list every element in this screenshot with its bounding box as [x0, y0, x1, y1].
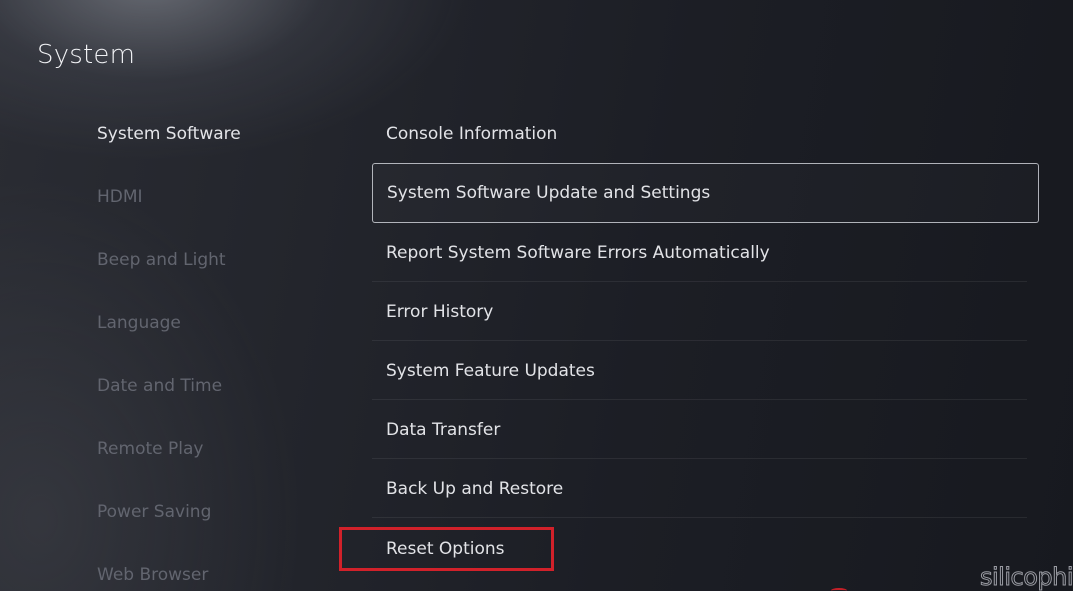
- menu-item-label: Report System Software Errors Automatica…: [386, 242, 770, 263]
- sidebar-item-language[interactable]: Language: [97, 312, 181, 334]
- watermark: silicophi: [980, 563, 1073, 591]
- menu-item-report-system-software-errors[interactable]: Report System Software Errors Automatica…: [372, 224, 1027, 282]
- system-software-menu: Console Information System Software Upda…: [372, 0, 1040, 591]
- sidebar-item-system-software[interactable]: System Software: [97, 123, 241, 145]
- reset-options-highlight-box: [339, 527, 554, 571]
- menu-item-system-feature-updates[interactable]: System Feature Updates: [372, 342, 1027, 400]
- settings-sidebar: System Software HDMI Beep and Light Lang…: [97, 0, 337, 591]
- menu-item-label: System Feature Updates: [386, 360, 595, 381]
- menu-item-label: Error History: [386, 301, 494, 322]
- sidebar-item-hdmi[interactable]: HDMI: [97, 186, 143, 208]
- menu-item-data-transfer[interactable]: Data Transfer: [372, 401, 1027, 459]
- menu-item-console-information[interactable]: Console Information: [372, 105, 1027, 163]
- menu-item-back-up-and-restore[interactable]: Back Up and Restore: [372, 460, 1027, 518]
- menu-item-label: Data Transfer: [386, 419, 501, 440]
- menu-item-system-software-update-and-settings[interactable]: System Software Update and Settings: [372, 163, 1039, 223]
- menu-item-label: System Software Update and Settings: [387, 183, 711, 203]
- sidebar-item-power-saving[interactable]: Power Saving: [97, 501, 211, 523]
- sidebar-item-date-and-time[interactable]: Date and Time: [97, 375, 222, 397]
- sidebar-item-beep-and-light[interactable]: Beep and Light: [97, 249, 226, 271]
- menu-item-error-history[interactable]: Error History: [372, 283, 1027, 341]
- menu-item-label: Console Information: [386, 124, 558, 144]
- menu-item-label: Back Up and Restore: [386, 478, 564, 499]
- sidebar-item-remote-play[interactable]: Remote Play: [97, 438, 203, 460]
- sidebar-item-web-browser[interactable]: Web Browser: [97, 564, 208, 586]
